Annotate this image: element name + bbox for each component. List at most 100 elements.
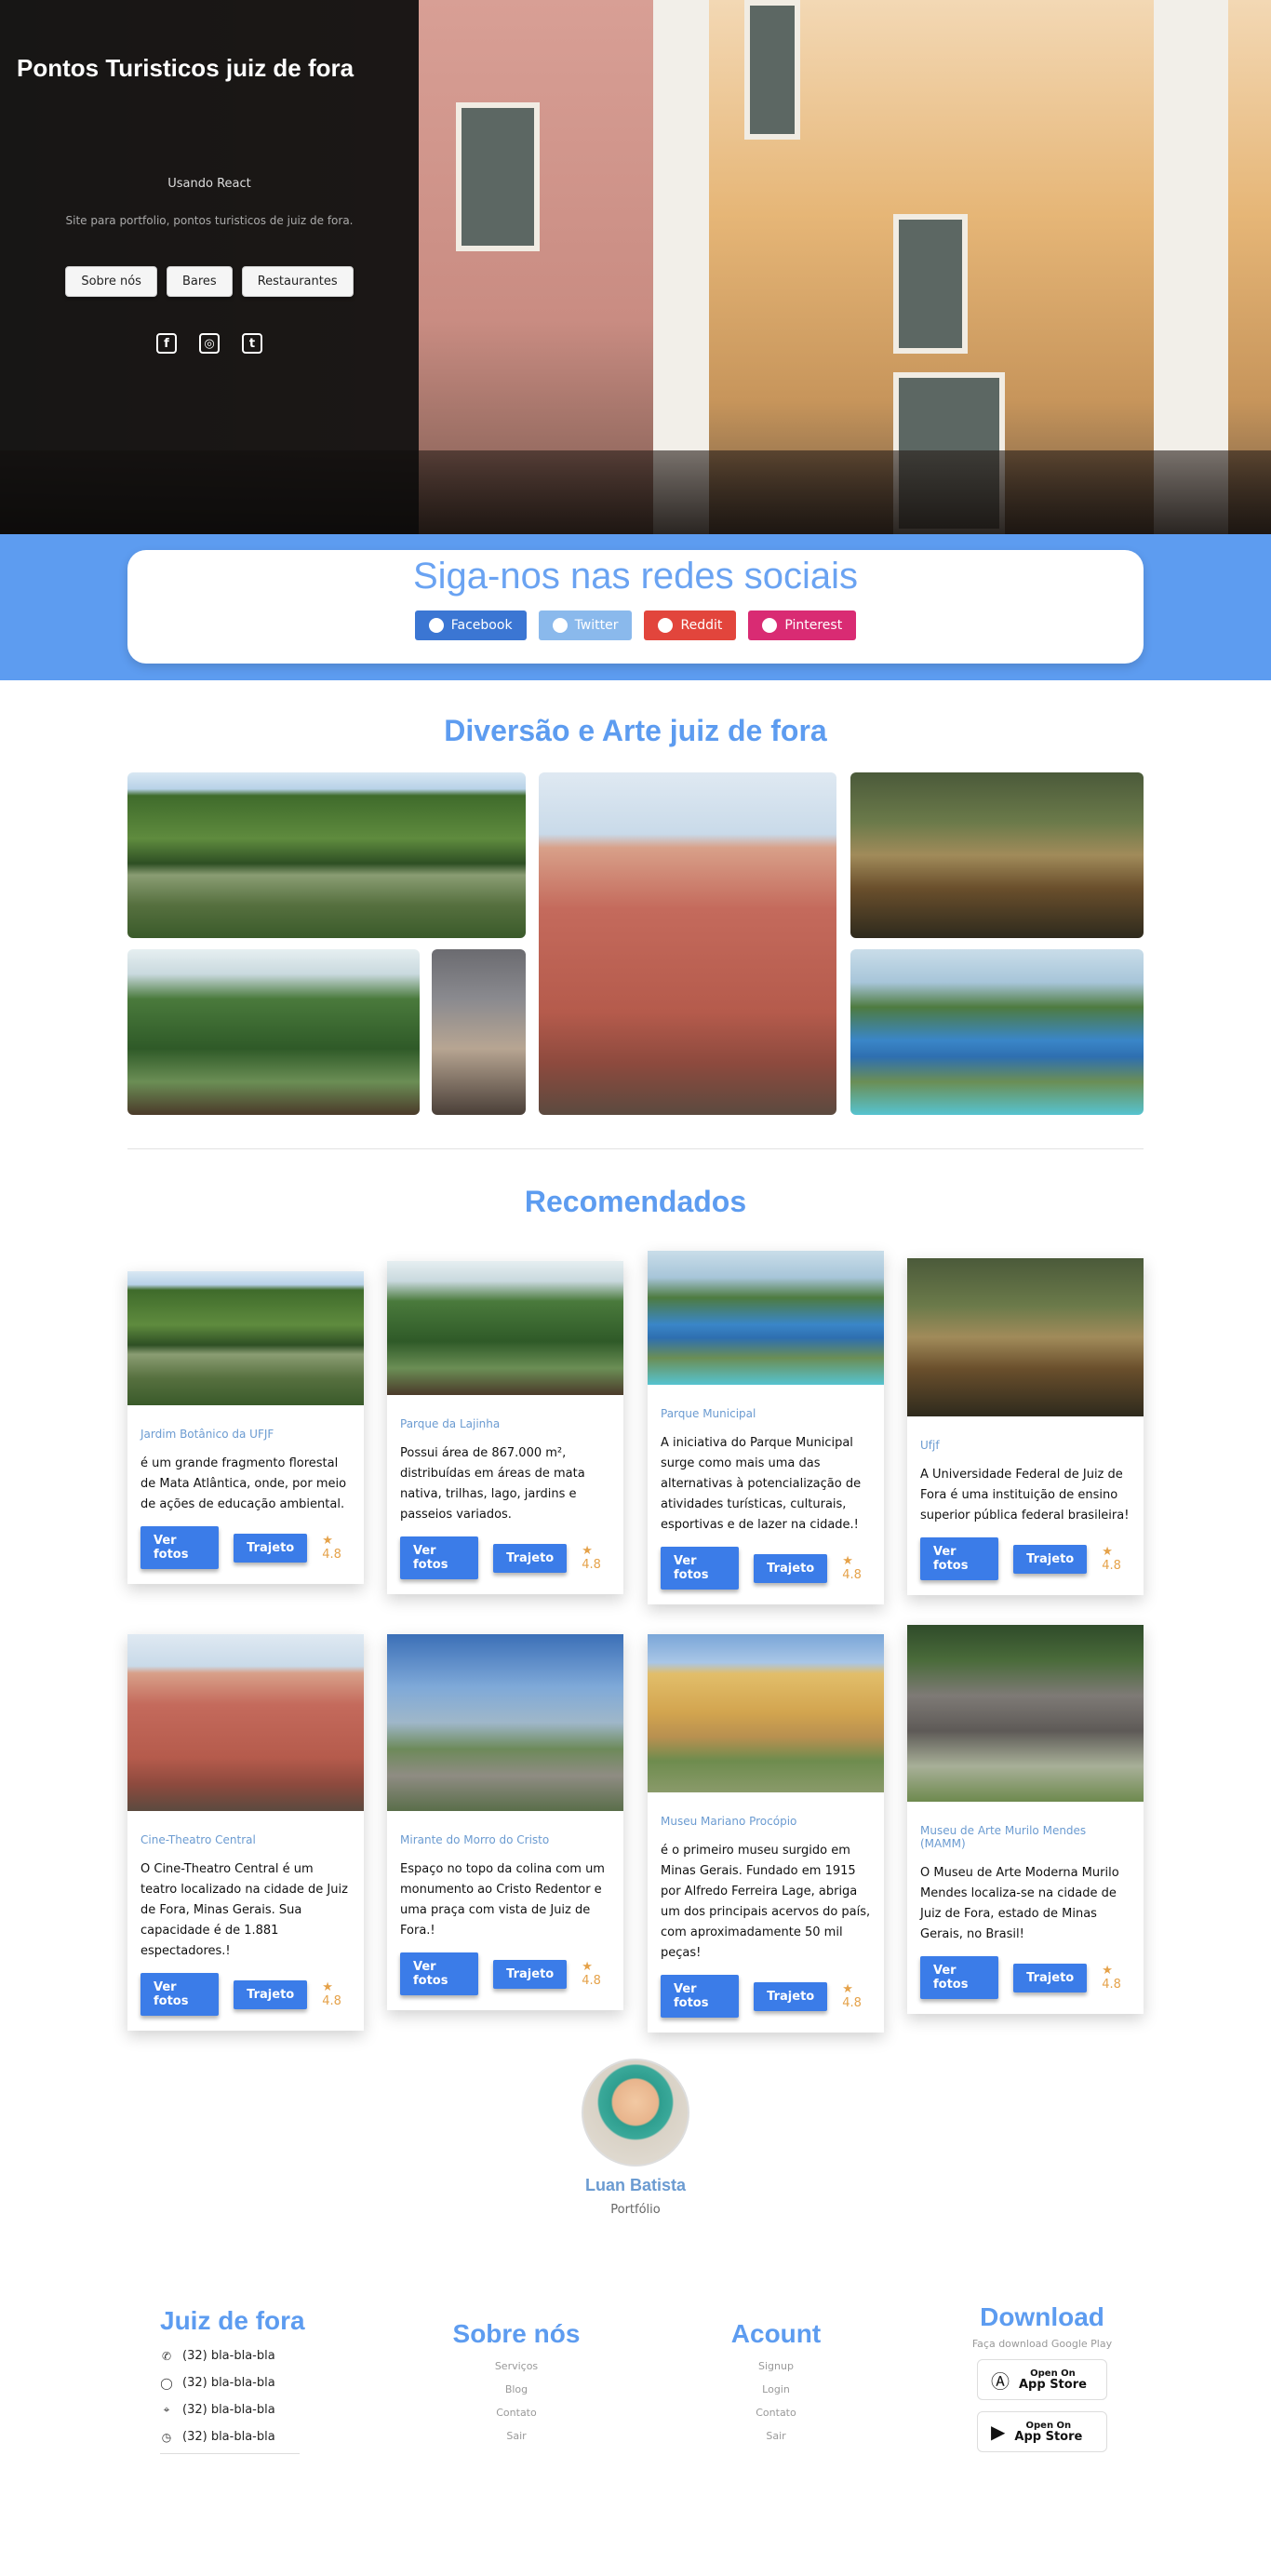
twitter-share-button[interactable]: Twitter (538, 610, 633, 640)
location-icon: ⌖ (163, 2403, 170, 2416)
gallery-image-water-park[interactable] (850, 949, 1144, 1115)
card-image[interactable] (907, 1625, 1144, 1802)
card-rating: ★ 4.8 (582, 1960, 610, 1988)
pinterest-share-button[interactable]: Pinterest (748, 610, 857, 640)
footer-link-services[interactable]: Serviços (447, 2360, 586, 2372)
card-category[interactable]: Museu Mariano Procópio (661, 1815, 871, 1828)
card-image[interactable] (127, 1634, 364, 1811)
view-photos-button[interactable]: Ver fotos (920, 1537, 999, 1580)
hero-background-window (893, 214, 968, 354)
card-category[interactable]: Mirante do Morro do Cristo (400, 1833, 610, 1846)
card-image[interactable] (648, 1634, 884, 1792)
contact-item: ⌖ (32) bla-bla-bla (160, 2403, 309, 2417)
reddit-share-button[interactable]: Reddit (644, 610, 737, 640)
card-image[interactable] (907, 1258, 1144, 1416)
card-category[interactable]: Parque Municipal (661, 1407, 871, 1420)
footer-link-contact[interactable]: Contato (706, 2407, 846, 2419)
place-card: Mirante do Morro do Cristo Espaço no top… (387, 1634, 623, 2010)
store-text: Open On App Store (1019, 2368, 1087, 2391)
hero-social-links: f ◎ t (0, 333, 419, 354)
gallery-image-cine-theatro[interactable] (539, 772, 836, 1115)
view-photos-button[interactable]: Ver fotos (140, 1526, 220, 1569)
card-image[interactable] (387, 1261, 623, 1395)
facebook-icon[interactable]: f (156, 333, 177, 354)
gallery-image-botanic-garden[interactable] (127, 772, 526, 938)
social-share-card: Siga-nos nas redes sociais Facebook Twit… (127, 550, 1144, 664)
footer-link-blog[interactable]: Blog (447, 2383, 586, 2395)
hero-section: Pontos Turisticos juiz de fora Usando Re… (0, 0, 1271, 534)
rating-value: 4.8 (1102, 1978, 1121, 1992)
card-category[interactable]: Cine-Theatro Central (140, 1833, 351, 1846)
reddit-icon (658, 618, 674, 633)
card-image[interactable] (387, 1634, 623, 1811)
card-category[interactable]: Museu de Arte Murilo Mendes (MAMM) (920, 1824, 1131, 1850)
social-share-section: Siga-nos nas redes sociais Facebook Twit… (0, 534, 1271, 680)
star-icon: ★ (322, 1980, 333, 1994)
view-photos-button[interactable]: Ver fotos (400, 1952, 479, 1995)
route-button[interactable]: Trajeto (1013, 1544, 1088, 1574)
star-icon: ★ (582, 1960, 593, 1974)
card-rating: ★ 4.8 (582, 1544, 610, 1572)
card-category[interactable]: Ufjf (920, 1439, 1131, 1452)
share-label: Reddit (680, 618, 723, 633)
view-photos-button[interactable]: Ver fotos (661, 1975, 740, 2018)
restaurants-button[interactable]: Restaurantes (241, 266, 354, 297)
hero-panel: Pontos Turisticos juiz de fora Usando Re… (0, 0, 419, 534)
pinterest-icon (762, 618, 778, 633)
view-photos-button[interactable]: Ver fotos (140, 1973, 220, 2016)
route-button[interactable]: Trajeto (1013, 1963, 1088, 1992)
footer-account-column: Acount Signup Login Contato Sair (706, 2319, 846, 2442)
star-icon: ★ (1102, 1545, 1113, 1559)
footer-link-signup[interactable]: Signup (706, 2360, 846, 2372)
rating-value: 4.8 (582, 1974, 601, 1988)
route-button[interactable]: Trajeto (493, 1543, 568, 1573)
contact-item: ◷ (32) bla-bla-bla (160, 2430, 309, 2444)
rating-value: 4.8 (582, 1558, 601, 1572)
avatar[interactable] (582, 2059, 689, 2167)
footer-link-contact[interactable]: Contato (447, 2407, 586, 2419)
view-photos-button[interactable]: Ver fotos (920, 1956, 999, 1999)
google-play-button[interactable]: ▶ Open On App Store (977, 2411, 1107, 2452)
view-photos-button[interactable]: Ver fotos (661, 1547, 740, 1590)
store-text: Open On App Store (1014, 2421, 1082, 2443)
footer-title: Juiz de fora (160, 2306, 305, 2335)
whatsapp-icon: ◯ (160, 2376, 173, 2390)
gallery-image-corridor[interactable] (432, 949, 526, 1115)
hero-description: Site para portfolio, pontos turisticos d… (65, 214, 354, 227)
twitter-icon[interactable]: t (242, 333, 262, 354)
route-button[interactable]: Trajeto (234, 1533, 308, 1563)
card-image[interactable] (648, 1251, 884, 1385)
footer-link-login[interactable]: Login (706, 2383, 846, 2395)
route-button[interactable]: Trajeto (754, 1981, 828, 2011)
gallery-image-lajinha[interactable] (127, 949, 420, 1115)
footer-title: Sobre nós (452, 2319, 581, 2348)
contact-text: (32) bla-bla-bla (182, 2430, 275, 2444)
footer-link-logout[interactable]: Sair (706, 2430, 846, 2442)
hero-subtitle: Usando React (167, 177, 251, 191)
route-button[interactable]: Trajeto (493, 1959, 568, 1989)
route-button[interactable]: Trajeto (754, 1553, 828, 1583)
download-subtitle: Faça download Google Play (971, 2338, 1113, 2350)
card-category[interactable]: Jardim Botânico da UFJF (140, 1428, 351, 1441)
section-divider (127, 1148, 1144, 1149)
card-rating: ★ 4.8 (842, 1554, 871, 1582)
instagram-icon[interactable]: ◎ (199, 333, 220, 354)
star-icon: ★ (322, 1534, 333, 1548)
place-card: Jardim Botânico da UFJF é um grande frag… (127, 1271, 364, 1584)
footer-contact-column: Juiz de fora ✆ (32) bla-bla-bla ◯ (32) bla… (160, 2306, 309, 2454)
view-photos-button[interactable]: Ver fotos (400, 1536, 479, 1579)
footer-link-logout[interactable]: Sair (447, 2430, 586, 2442)
card-image[interactable] (127, 1271, 364, 1405)
contact-text: (32) bla-bla-bla (182, 2403, 275, 2417)
app-store-button[interactable]: Ⓐ Open On App Store (977, 2359, 1107, 2400)
about-button[interactable]: Sobre nós (65, 266, 157, 297)
store-name: App Store (1019, 2378, 1087, 2392)
facebook-share-button[interactable]: Facebook (414, 610, 527, 640)
store-name: App Store (1014, 2430, 1083, 2444)
footer-about-column: Sobre nós Serviços Blog Contato Sair (447, 2319, 586, 2442)
gallery-image-ufjf[interactable] (850, 772, 1144, 938)
card-category[interactable]: Parque da Lajinha (400, 1417, 610, 1430)
route-button[interactable]: Trajeto (234, 1979, 308, 2009)
bars-button[interactable]: Bares (166, 266, 233, 297)
author-name[interactable]: Luan Batista (0, 2176, 1271, 2195)
